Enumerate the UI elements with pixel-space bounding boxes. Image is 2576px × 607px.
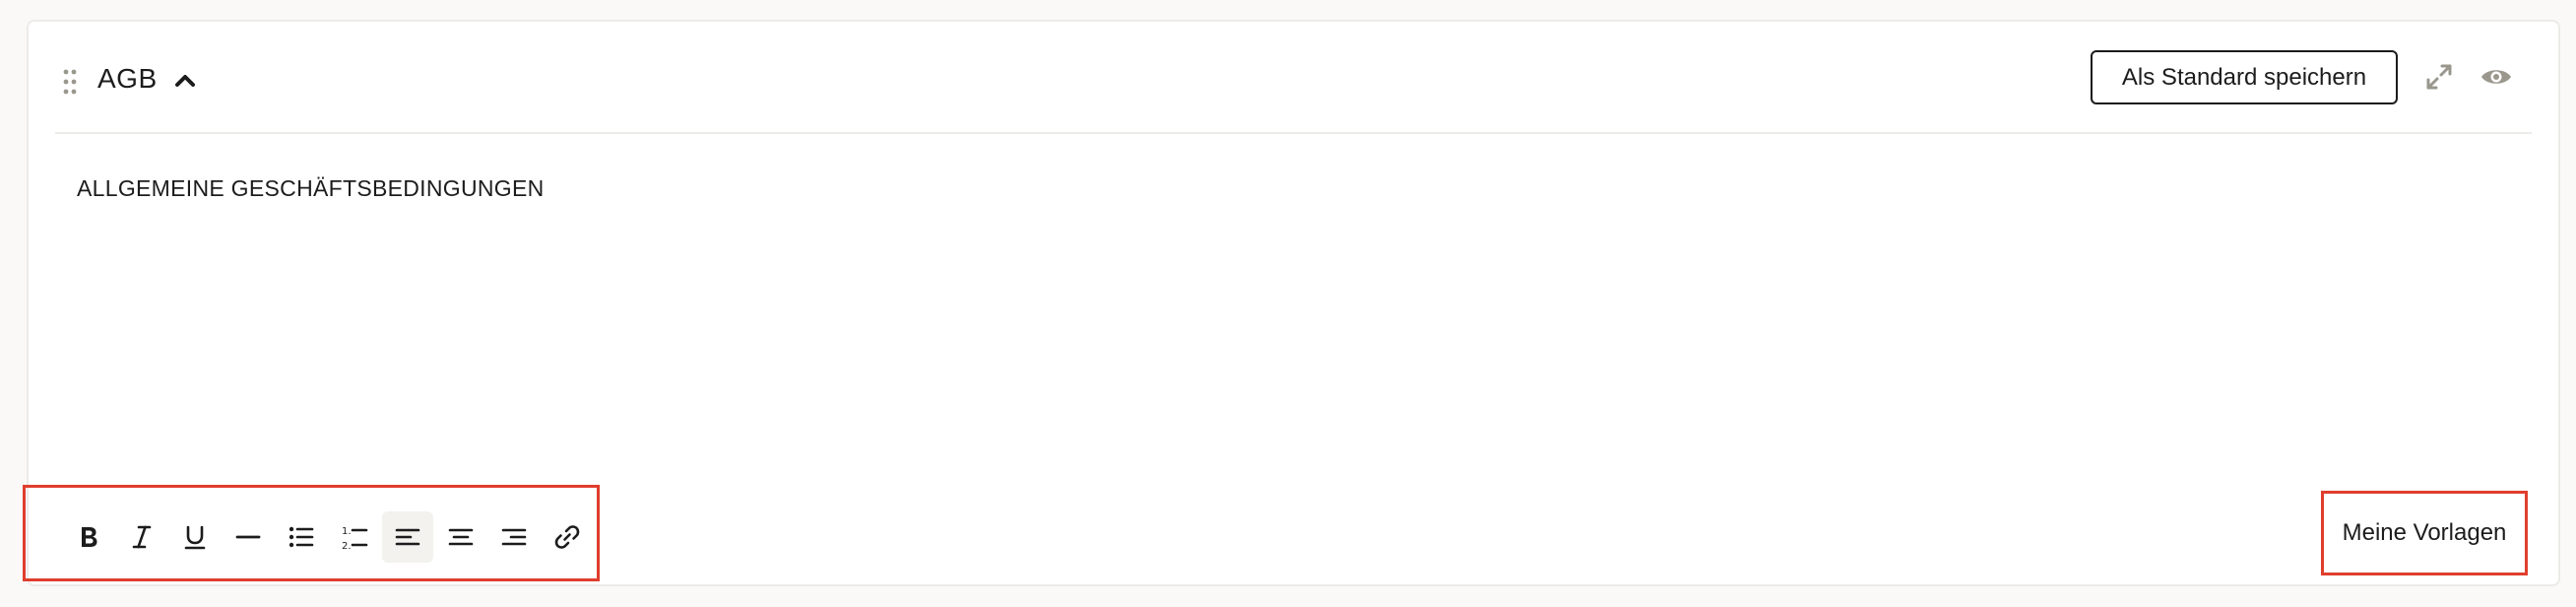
italic-button[interactable] <box>116 511 167 563</box>
bullet-list-button[interactable] <box>276 511 327 563</box>
expand-arrows-icon[interactable] <box>2423 61 2455 93</box>
drag-handle-icon[interactable] <box>62 69 78 95</box>
link-button[interactable] <box>542 511 593 563</box>
align-right-icon <box>501 528 527 546</box>
underline-button[interactable] <box>169 511 221 563</box>
horizontal-rule-icon <box>235 535 261 539</box>
svg-text:2.: 2. <box>342 541 352 552</box>
agb-block-card: AGB Als Standard speichern ALLGEMEINE GE… <box>23 20 2560 586</box>
link-icon <box>554 525 580 549</box>
align-center-icon <box>448 528 474 546</box>
block-title: AGB <box>97 63 158 94</box>
align-left-button[interactable] <box>382 511 433 563</box>
horizontal-rule-button[interactable] <box>223 511 274 563</box>
chevron-up-icon[interactable] <box>170 65 200 95</box>
editor-content[interactable]: ALLGEMEINE GESCHÄFTSBEDINGUNGEN <box>77 175 545 202</box>
block-header: AGB Als Standard speichern <box>29 22 2558 134</box>
numbered-list-icon: 1. 2. <box>342 526 368 552</box>
my-templates-button[interactable]: Meine Vorlagen <box>2321 491 2528 575</box>
rich-text-editor[interactable]: ALLGEMEINE GESCHÄFTSBEDINGUNGEN <box>55 134 2532 469</box>
bold-button[interactable] <box>63 511 114 563</box>
formatting-toolbar: 1. 2. <box>23 485 600 581</box>
align-left-icon <box>395 528 420 546</box>
italic-icon <box>132 525 152 549</box>
eye-icon[interactable] <box>2479 59 2514 95</box>
bold-icon <box>82 527 97 547</box>
bullet-list-icon <box>289 526 314 548</box>
save-as-default-button[interactable]: Als Standard speichern <box>2091 50 2398 104</box>
align-center-button[interactable] <box>435 511 486 563</box>
numbered-list-button[interactable]: 1. 2. <box>329 511 380 563</box>
align-right-button[interactable] <box>488 511 540 563</box>
svg-text:1.: 1. <box>342 526 352 537</box>
underline-icon <box>184 525 206 550</box>
